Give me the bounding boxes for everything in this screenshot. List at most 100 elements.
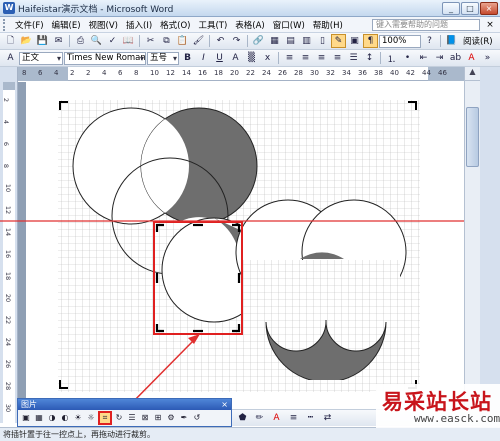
styles-pane-icon[interactable]: A — [3, 51, 18, 65]
help-icon[interactable]: ? — [422, 34, 437, 48]
tables-borders-icon[interactable]: ▦ — [267, 34, 282, 48]
vertical-scrollbar[interactable]: ▲ — [464, 67, 480, 423]
document-page[interactable] — [26, 82, 464, 400]
close-button[interactable]: × — [480, 1, 498, 15]
dash-style-icon[interactable]: ┅ — [303, 411, 318, 425]
char-shading-icon[interactable]: ▒ — [244, 51, 259, 65]
font-size-select[interactable]: 五号 — [147, 51, 179, 65]
menu-view[interactable]: 视图(V) — [85, 19, 122, 31]
insert-picture-icon[interactable]: ▣ — [20, 412, 32, 424]
spelling-icon[interactable]: ✓ — [105, 34, 120, 48]
columns-icon[interactable]: ▯ — [315, 34, 330, 48]
text-wrapping-icon[interactable]: ⊞ — [152, 412, 164, 424]
line-style-icon[interactable]: ☰ — [126, 412, 138, 424]
picture-toolbar[interactable]: 图片 × ▣ ▦ ◑ ◐ ☀ ☼ ⌗ ↻ ☰ ⊠ ⊞ ⚙ ✒ ↺ — [17, 398, 232, 427]
document-area[interactable] — [18, 82, 464, 400]
new-document-icon[interactable]: 🗋 — [3, 34, 18, 48]
underline-button[interactable]: U — [212, 51, 227, 65]
picture-toolbar-header[interactable]: 图片 × — [18, 399, 231, 410]
highlight-icon[interactable]: ab — [448, 51, 463, 65]
drawing-icon[interactable]: ✎ — [331, 34, 346, 48]
close-document-button[interactable]: × — [483, 20, 497, 30]
bold-button[interactable]: B — [180, 51, 195, 65]
justify-icon[interactable]: ≡ — [330, 51, 345, 65]
fill-color-icon[interactable]: ⬟ — [235, 411, 250, 425]
menu-window[interactable]: 窗口(W) — [269, 19, 309, 31]
research-icon[interactable]: 📖 — [121, 34, 136, 48]
format-painter-icon[interactable]: 🖌 — [191, 34, 206, 48]
rotate-icon[interactable]: ↻ — [113, 412, 125, 424]
show-hide-icon[interactable]: ¶ — [363, 34, 378, 48]
insert-table-icon[interactable]: ▤ — [283, 34, 298, 48]
redo-icon[interactable]: ↷ — [229, 34, 244, 48]
menu-insert[interactable]: 插入(I) — [122, 19, 156, 31]
paste-icon[interactable]: 📋 — [175, 34, 190, 48]
formatting-toolbar: A 正文 Times New Roman 五号 B I U A ▒ x ≡ ≡ … — [0, 50, 500, 67]
copy-icon[interactable]: ⧉ — [159, 34, 174, 48]
ruler-tick-label: 6 — [118, 69, 123, 77]
permission-icon[interactable]: ✉ — [51, 34, 66, 48]
menu-help[interactable]: 帮助(H) — [309, 19, 347, 31]
reset-picture-icon[interactable]: ↺ — [191, 412, 203, 424]
less-brightness-icon[interactable]: ☼ — [85, 412, 97, 424]
save-icon[interactable]: 💾 — [35, 34, 50, 48]
char-scale-icon[interactable]: x — [260, 51, 275, 65]
document-map-icon[interactable]: ▣ — [347, 34, 362, 48]
decrease-indent-icon[interactable]: ⇤ — [416, 51, 431, 65]
minimize-button[interactable]: _ — [442, 1, 460, 15]
increase-indent-icon[interactable]: ⇥ — [432, 51, 447, 65]
line-style-draw-icon[interactable]: ≡ — [286, 411, 301, 425]
font-color-icon[interactable]: A — [464, 51, 479, 65]
horizontal-ruler[interactable]: 8 6 4 2 2 4 6 8 10 12 14 16 18 20 22 24 26 28 30 32 34 36 38 40… — [18, 67, 464, 81]
distribute-icon[interactable]: ☰ — [346, 51, 361, 65]
line-spacing-icon[interactable]: ↕ — [362, 51, 377, 65]
align-right-icon[interactable]: ≡ — [314, 51, 329, 65]
reading-button[interactable]: 阅读(R) — [460, 35, 496, 47]
toolbar-options-icon[interactable]: » — [480, 51, 495, 65]
draw-font-color-icon[interactable]: A — [269, 411, 284, 425]
menu-tools[interactable]: 工具(T) — [194, 19, 231, 31]
menu-table[interactable]: 表格(A) — [231, 19, 268, 31]
menu-grip-handle[interactable] — [3, 18, 7, 31]
align-left-icon[interactable]: ≡ — [282, 51, 297, 65]
reading-layout-icon[interactable]: 📘 — [444, 34, 459, 48]
less-contrast-icon[interactable]: ◐ — [59, 412, 71, 424]
scroll-thumb[interactable] — [466, 107, 479, 167]
format-picture-icon[interactable]: ⚙ — [165, 412, 177, 424]
vertical-ruler[interactable]: 2 4 6 8 10 12 14 16 18 20 22 24 26 28 30 — [2, 82, 15, 423]
menu-edit[interactable]: 编辑(E) — [48, 19, 85, 31]
print-preview-icon[interactable]: 🔍 — [89, 34, 104, 48]
style-select[interactable]: 正文 — [19, 51, 63, 65]
more-brightness-icon[interactable]: ☀ — [72, 412, 84, 424]
italic-button[interactable]: I — [196, 51, 211, 65]
more-contrast-icon[interactable]: ◑ — [46, 412, 58, 424]
menu-format[interactable]: 格式(O) — [156, 19, 194, 31]
menu-file[interactable]: 文件(F) — [11, 19, 48, 31]
ruler-tick-label: 30 — [4, 403, 13, 413]
insert-excel-icon[interactable]: ▥ — [299, 34, 314, 48]
print-icon[interactable]: ⎙ — [73, 34, 88, 48]
open-folder-icon[interactable]: 📂 — [19, 34, 34, 48]
help-search-input[interactable]: 键入需要帮助的问题 — [372, 18, 480, 31]
ruler-tick-label: 28 — [4, 381, 13, 391]
numbering-icon[interactable]: ⒈ — [384, 51, 399, 65]
scroll-up-icon[interactable]: ▲ — [465, 67, 480, 81]
cut-icon[interactable]: ✂ — [143, 34, 158, 48]
compress-icon[interactable]: ⊠ — [139, 412, 151, 424]
hyperlink-icon[interactable]: 🔗 — [251, 34, 266, 48]
picture-toolbar-close[interactable]: × — [221, 399, 228, 410]
font-select[interactable]: Times New Roman — [64, 51, 146, 65]
color-icon[interactable]: ▦ — [33, 412, 45, 424]
line-color-icon[interactable]: ✏ — [252, 411, 267, 425]
maximize-button[interactable]: □ — [461, 1, 479, 15]
word-app-icon[interactable]: W — [3, 2, 15, 14]
align-center-icon[interactable]: ≡ — [298, 51, 313, 65]
undo-icon[interactable]: ↶ — [213, 34, 228, 48]
drawing-canvas[interactable] — [26, 82, 464, 400]
set-transparent-icon[interactable]: ✒ — [178, 412, 190, 424]
arrow-style-icon[interactable]: ⇄ — [320, 411, 335, 425]
crop-icon[interactable]: ⌗ — [98, 411, 112, 425]
zoom-select[interactable]: 100% — [379, 34, 421, 48]
bullets-icon[interactable]: • — [400, 51, 415, 65]
char-border-icon[interactable]: A — [228, 51, 243, 65]
